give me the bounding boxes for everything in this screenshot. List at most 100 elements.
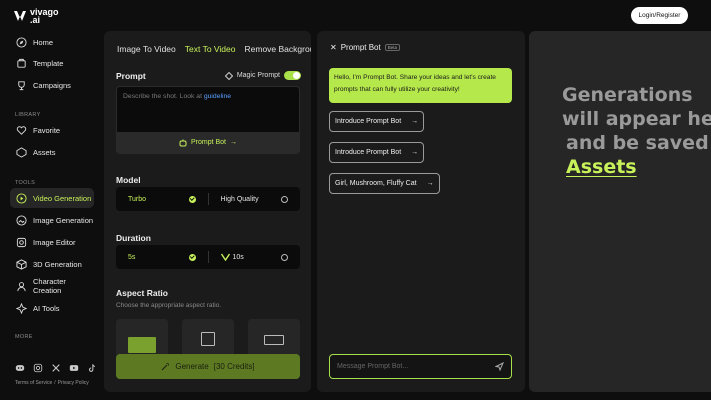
arrow-right-icon: →: [230, 139, 237, 146]
sidebar-item-label: Image Generation: [33, 215, 94, 225]
sidebar-item-label: Character Creation: [33, 277, 66, 295]
aspect-ratio-option-wide[interactable]: [248, 319, 300, 359]
magic-prompt-label: Magic Prompt: [236, 72, 280, 79]
empty-state-message: Generations will appear here and be save…: [562, 83, 711, 179]
tab-remove-background[interactable]: Remove Background: [245, 44, 312, 54]
terms-link[interactable]: Terms of Service: [15, 380, 52, 386]
tools-icon: [16, 302, 27, 314]
generate-label: Generate: [175, 362, 209, 371]
square-ratio-icon: [201, 332, 215, 346]
footer-links: Terms of Service / Privacy Policy: [15, 380, 89, 386]
video-icon: [16, 192, 27, 204]
arrow-right-icon: →: [411, 118, 419, 125]
generation-settings-panel: Image To Video Text To Video Remove Back…: [104, 31, 311, 392]
library-section-label: LIBRARY: [15, 112, 41, 118]
prompt-bot-input[interactable]: Message Prompt Bot...: [329, 354, 512, 379]
suggestion-chip[interactable]: Introduce Prompt Bot →: [329, 142, 425, 163]
magic-wand-icon: [161, 363, 170, 371]
empty-state-line: Generations: [562, 84, 693, 106]
radio-icon: [281, 195, 288, 203]
social-links: [15, 363, 97, 373]
instagram-icon[interactable]: [33, 363, 43, 373]
generate-button[interactable]: Generate [30 Credits]: [116, 354, 300, 379]
close-icon[interactable]: ✕: [330, 43, 337, 52]
check-icon: [188, 253, 196, 261]
assets-link[interactable]: Assets: [566, 156, 637, 178]
prompt-label: Prompt: [116, 71, 146, 81]
landscape-ratio-icon: [128, 337, 156, 353]
info-icon[interactable]: [224, 71, 233, 80]
discord-icon[interactable]: [15, 363, 25, 373]
magic-prompt-toggle-group: Magic Prompt: [224, 71, 301, 80]
assets-icon: [16, 146, 27, 158]
duration-label: Duration: [116, 233, 151, 243]
sidebar-item-label: Video Generation: [33, 193, 92, 203]
generate-credits: [30 Credits]: [213, 362, 255, 371]
sidebar-item-video-generation[interactable]: Video Generation: [10, 188, 94, 208]
model-label: Model: [116, 175, 141, 185]
model-option-turbo[interactable]: Turbo: [116, 187, 208, 211]
tools-section-label: TOOLS: [15, 180, 36, 186]
x-icon[interactable]: [51, 363, 61, 373]
tab-image-to-video[interactable]: Image To Video: [117, 44, 176, 54]
editor-icon: [16, 237, 27, 247]
aspect-ratio-option-square[interactable]: [182, 319, 234, 359]
tab-text-to-video[interactable]: Text To Video: [185, 44, 236, 54]
model-option-high-quality[interactable]: High Quality: [207, 193, 301, 205]
model-selector: Turbo High Quality: [116, 187, 300, 211]
results-panel: Generations will appear here and be save…: [529, 31, 711, 392]
duration-option-5s[interactable]: 5s: [116, 245, 208, 269]
option-label: Turbo: [128, 195, 147, 203]
prompt-bot-panel: ✕ Prompt Bot Beta Hello, I'm Prompt Bot.…: [317, 31, 525, 392]
option-label: 5s: [128, 253, 136, 261]
guideline-link[interactable]: guideline: [204, 93, 231, 100]
privacy-link[interactable]: Privacy Policy: [58, 380, 89, 386]
sidebar-item-label: 3D Generation: [33, 259, 82, 269]
sidebar-item-ai-tools[interactable]: AI Tools: [10, 298, 94, 318]
prompt-bot-title: Prompt Bot: [340, 43, 381, 52]
option-label: 10s: [232, 253, 244, 261]
duration-option-10s[interactable]: 10s: [207, 251, 301, 263]
aspect-ratio-option-landscape[interactable]: [116, 319, 168, 359]
sidebar-item-image-editor[interactable]: Image Editor: [10, 232, 94, 252]
sidebar-item-template[interactable]: Template: [10, 53, 94, 73]
radio-icon: [281, 253, 288, 261]
bot-message: Hello, I'm Prompt Bot. Share your ideas …: [329, 68, 512, 103]
mode-tabs: Image To Video Text To Video Remove Back…: [117, 44, 311, 54]
bot-icon: [179, 139, 187, 146]
magic-prompt-toggle[interactable]: [284, 71, 301, 80]
brand-logo[interactable]: vivago .ai: [13, 8, 59, 25]
suggestion-chip[interactable]: Introduce Prompt Bot →: [329, 111, 425, 132]
send-icon[interactable]: [495, 362, 504, 371]
youtube-icon[interactable]: [69, 363, 79, 373]
person-icon: [17, 281, 26, 291]
assets-line: Assets: [562, 155, 711, 179]
chip-label: Introduce Prompt Bot: [335, 118, 402, 125]
prompt-placeholder-text: Describe the shot. Look at: [123, 93, 204, 100]
compass-icon: [16, 36, 27, 48]
sidebar-item-favorite[interactable]: Favorite: [10, 120, 94, 140]
suggestion-chip[interactable]: Girl, Mushroom, Fluffy Cat →: [329, 173, 440, 194]
sidebar-item-home[interactable]: Home: [10, 32, 94, 52]
arrow-right-icon: →: [411, 149, 419, 156]
sidebar-item-label: Image Editor: [33, 237, 76, 247]
prompt-bot-button[interactable]: Prompt Bot →: [116, 132, 300, 153]
wide-ratio-icon: [264, 335, 284, 345]
tiktok-icon[interactable]: [87, 363, 97, 373]
sidebar-item-assets[interactable]: Assets: [10, 142, 94, 162]
template-icon: [17, 58, 26, 68]
sidebar-item-label: Home: [33, 37, 54, 47]
sidebar-item-campaigns[interactable]: Campaigns: [10, 75, 94, 95]
sidebar-item-3d-generation[interactable]: 3D Generation: [10, 254, 94, 274]
sidebar-item-label: Template: [33, 58, 64, 68]
empty-state-line: and be saved to: [566, 132, 711, 154]
sidebar-item-image-generation[interactable]: Image Generation: [10, 210, 94, 230]
login-register-button[interactable]: Login/Register: [631, 7, 688, 24]
cube-icon: [16, 258, 27, 270]
duration-selector: 5s 10s: [116, 245, 300, 269]
chip-label: Introduce Prompt Bot: [335, 149, 402, 156]
sidebar-item-character-creation[interactable]: Character Creation: [10, 276, 94, 296]
sidebar-item-label: Favorite: [33, 125, 61, 135]
beta-badge: Beta: [384, 44, 400, 51]
trophy-icon: [18, 80, 25, 90]
